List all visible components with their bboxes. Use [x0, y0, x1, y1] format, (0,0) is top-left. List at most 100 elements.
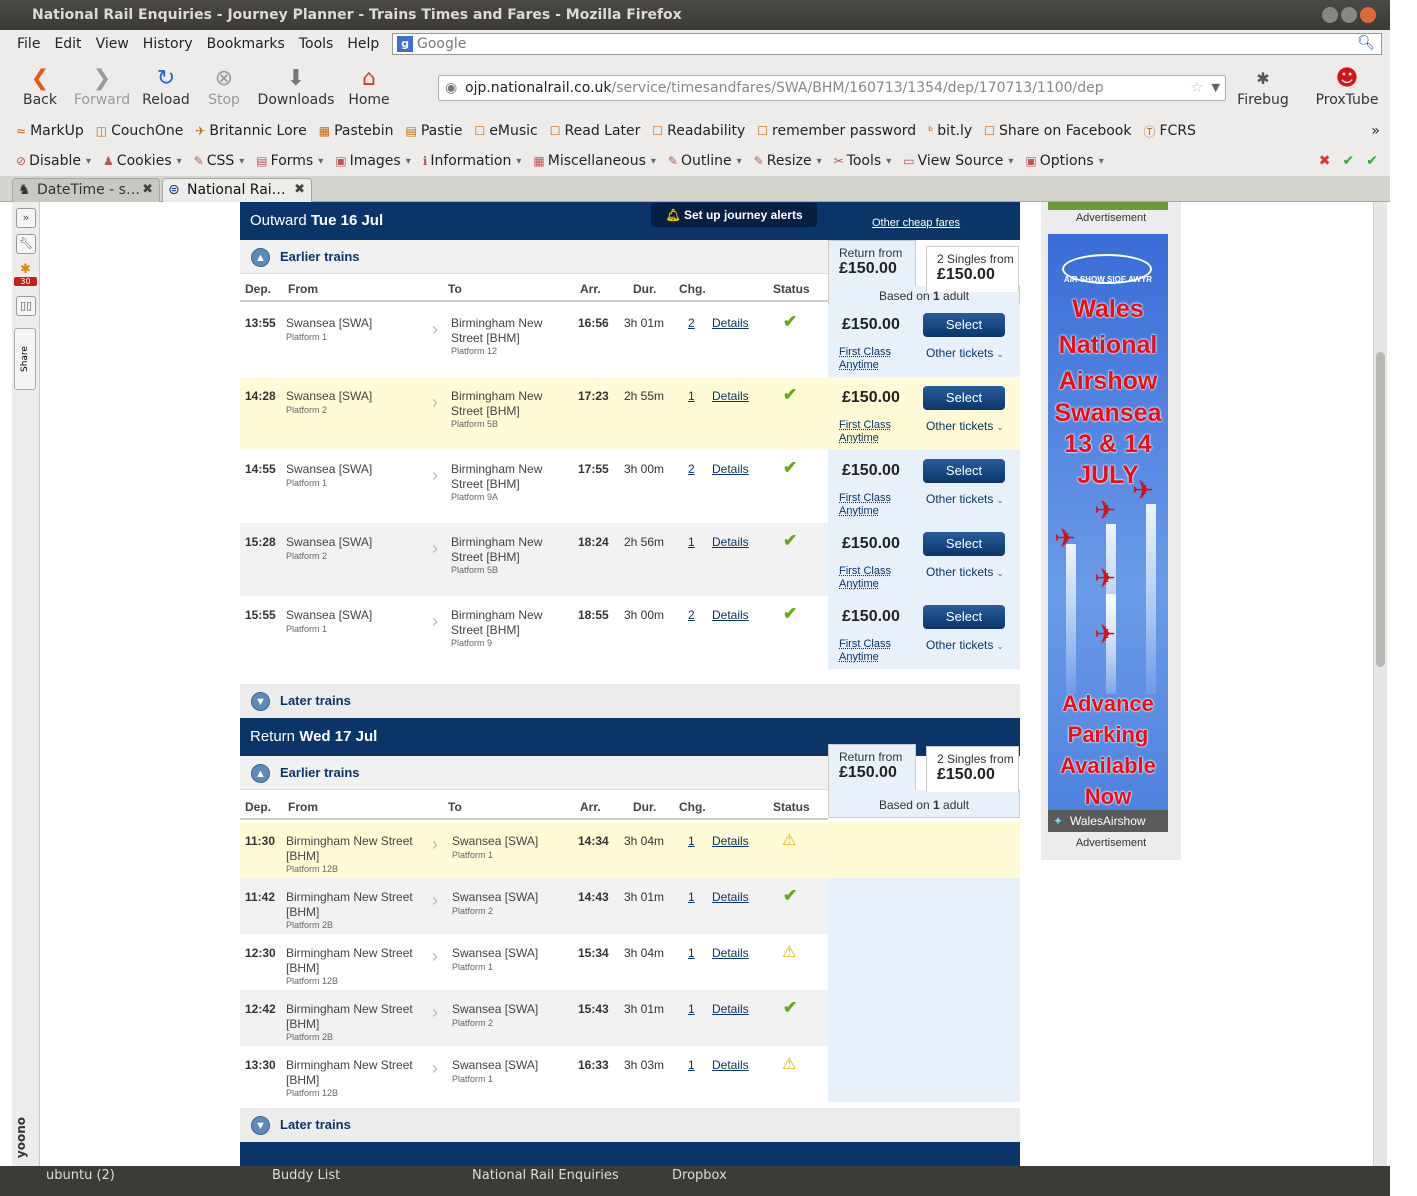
- changes-link[interactable]: 1: [688, 1058, 695, 1072]
- menu-file[interactable]: File: [10, 36, 47, 52]
- other-tickets-link[interactable]: Other tickets ⌄: [926, 492, 1004, 506]
- details-link[interactable]: Details: [712, 946, 749, 960]
- wrench-icon[interactable]: 🔧︎: [16, 234, 36, 254]
- proxtube-button[interactable]: ☻ ProxTube: [1312, 66, 1382, 108]
- tab-close-icon[interactable]: ✖: [294, 179, 305, 201]
- bookmarks-overflow-icon[interactable]: »: [1371, 123, 1380, 139]
- changes-link[interactable]: 1: [688, 946, 695, 960]
- select-button[interactable]: Select: [923, 459, 1005, 483]
- select-button[interactable]: Select: [923, 386, 1005, 410]
- details-link[interactable]: Details: [712, 389, 749, 403]
- bookmark-item[interactable]: ☐ Read Later: [550, 123, 641, 139]
- changes-link[interactable]: 1: [688, 890, 695, 904]
- webdev-view-source-menu[interactable]: ▭ View Source: [903, 153, 1013, 169]
- details-link[interactable]: Details: [712, 890, 749, 904]
- return-fare-box[interactable]: Return from £150.00: [828, 744, 916, 790]
- taskbar-item[interactable]: National Rail Enquiries: [472, 1168, 619, 1183]
- changes-link[interactable]: 1: [688, 1002, 695, 1016]
- webdev-images-menu[interactable]: ▣ Images: [335, 153, 411, 169]
- tab-national-rail[interactable]: ⊜ National Rai… ✖: [162, 178, 312, 202]
- fare-type-link[interactable]: First Class Anytime: [839, 638, 891, 664]
- vertical-scrollbar[interactable]: [1373, 202, 1387, 1170]
- singles-fare-box[interactable]: 2 Singles from £150.00: [926, 746, 1019, 792]
- details-link[interactable]: Details: [712, 834, 749, 848]
- other-tickets-link[interactable]: Other tickets ⌄: [926, 346, 1004, 360]
- close-button[interactable]: [1360, 7, 1376, 23]
- webdev-cookies-menu[interactable]: ♟ Cookies: [103, 153, 182, 169]
- site-identity-icon[interactable]: ◉: [445, 76, 457, 100]
- train-row[interactable]: 14:55 Swansea [SWA] Platform 1 › Birmingham …: [240, 450, 1020, 523]
- bookmark-item[interactable]: ▤ Pastie: [406, 123, 463, 139]
- bookmark-star-icon[interactable]: ☆: [1190, 76, 1203, 100]
- journey-alerts-button[interactable]: 🔔︎ Set up journey alerts: [651, 203, 817, 227]
- back-button[interactable]: ❮ Back: [16, 66, 64, 108]
- other-tickets-link[interactable]: Other tickets ⌄: [926, 565, 1004, 579]
- webdev-outline-menu[interactable]: ✎ Outline: [668, 153, 742, 169]
- train-row[interactable]: 11:30 Birmingham New Street [BHM] Platform …: [240, 822, 1020, 878]
- details-link[interactable]: Details: [712, 608, 749, 622]
- reload-button[interactable]: ↻ Reload: [140, 66, 192, 108]
- menu-tools[interactable]: Tools: [292, 36, 341, 52]
- twitter-handle[interactable]: ✦ WalesAirshow: [1048, 810, 1168, 832]
- bookmark-item[interactable]: ᵇ bit.ly: [928, 123, 972, 139]
- stop-button[interactable]: ⊗ Stop: [202, 66, 246, 108]
- share-button[interactable]: Share: [14, 328, 36, 390]
- webdev-forms-menu[interactable]: ▤ Forms: [256, 153, 323, 169]
- other-cheap-fares-link[interactable]: Other cheap fares: [872, 204, 960, 242]
- train-row[interactable]: 15:55 Swansea [SWA] Platform 1 › Birmingham …: [240, 596, 1020, 669]
- select-button[interactable]: Select: [923, 605, 1005, 629]
- webdev-options-menu[interactable]: ▣ Options: [1025, 153, 1103, 169]
- menu-edit[interactable]: Edit: [47, 36, 88, 52]
- fare-type-link[interactable]: First Class Anytime: [839, 419, 891, 445]
- changes-link[interactable]: 2: [688, 462, 695, 476]
- check-icon[interactable]: ✔: [1366, 153, 1378, 169]
- menu-view[interactable]: View: [89, 36, 136, 52]
- later-trains-button[interactable]: ▼ Later trains: [240, 1108, 1020, 1142]
- google-icon[interactable]: g: [397, 36, 413, 52]
- fare-type-link[interactable]: First Class Anytime: [839, 346, 891, 372]
- menu-history[interactable]: History: [136, 36, 200, 52]
- tab-close-icon[interactable]: ✖: [142, 179, 153, 201]
- later-trains-button[interactable]: ▼ Later trains: [240, 684, 1020, 718]
- taskbar-item[interactable]: Buddy List: [272, 1168, 340, 1183]
- webdev-miscellaneous-menu[interactable]: ▦ Miscellaneous: [533, 153, 656, 169]
- check-icon[interactable]: ✔: [1343, 153, 1355, 169]
- bookmark-item[interactable]: ☐ Readability: [652, 123, 745, 139]
- bookmark-item[interactable]: ☐ eMusic: [475, 123, 538, 139]
- airshow-ad-banner[interactable]: AIR SHOW SIOE AWYR Wales National Airsho…: [1048, 234, 1168, 832]
- expand-sidebar-icon[interactable]: »: [16, 208, 36, 228]
- details-link[interactable]: Details: [712, 462, 749, 476]
- changes-link[interactable]: 2: [688, 608, 695, 622]
- train-row[interactable]: 15:28 Swansea [SWA] Platform 2 › Birmingham …: [240, 523, 1020, 596]
- tab-datetime[interactable]: ♞ DateTime - s… ✖: [12, 178, 160, 202]
- bookmark-item[interactable]: ✈ Britannic Lore: [195, 123, 306, 139]
- menu-bookmarks[interactable]: Bookmarks: [200, 36, 292, 52]
- search-icon[interactable]: 🔍︎: [1357, 35, 1375, 51]
- notifications-icon[interactable]: ✱ 30: [14, 262, 37, 288]
- changes-link[interactable]: 1: [688, 535, 695, 549]
- error-icon[interactable]: ✖: [1319, 153, 1331, 169]
- bookmark-item[interactable]: ◫ CouchOne: [96, 123, 184, 139]
- details-link[interactable]: Details: [712, 535, 749, 549]
- fare-type-link[interactable]: First Class Anytime: [839, 565, 891, 591]
- webdev-information-menu[interactable]: ℹ Information: [423, 153, 522, 169]
- webdev-disable-menu[interactable]: ⊘ Disable: [16, 153, 91, 169]
- bookmark-item[interactable]: ≈ MarkUp: [16, 123, 84, 139]
- earlier-trains-button[interactable]: ▲ Earlier trains: [240, 756, 828, 790]
- url-bar[interactable]: ◉ ojp.nationalrail.co.uk/service/timesand…: [438, 75, 1226, 101]
- bookmark-item[interactable]: Ⓣ FCRS: [1143, 123, 1195, 140]
- panel-toggle-icon[interactable]: ▯▯: [16, 296, 36, 316]
- train-row[interactable]: 12:30 Birmingham New Street [BHM] Platform …: [240, 934, 1020, 990]
- bookmark-item[interactable]: ☐ remember password: [757, 123, 916, 139]
- url-dropdown-icon[interactable]: ▼: [1212, 76, 1220, 100]
- home-button[interactable]: ⌂ Home: [344, 66, 394, 108]
- maximize-button[interactable]: [1341, 7, 1357, 23]
- details-link[interactable]: Details: [712, 1002, 749, 1016]
- train-row[interactable]: 12:42 Birmingham New Street [BHM] Platform …: [240, 990, 1020, 1046]
- singles-fare-box[interactable]: 2 Singles from £150.00: [926, 246, 1019, 292]
- webdev-resize-menu[interactable]: ✎ Resize: [754, 153, 822, 169]
- changes-link[interactable]: 2: [688, 316, 695, 330]
- other-tickets-link[interactable]: Other tickets ⌄: [926, 419, 1004, 433]
- minimize-button[interactable]: [1322, 7, 1338, 23]
- fare-type-link[interactable]: First Class Anytime: [839, 492, 891, 518]
